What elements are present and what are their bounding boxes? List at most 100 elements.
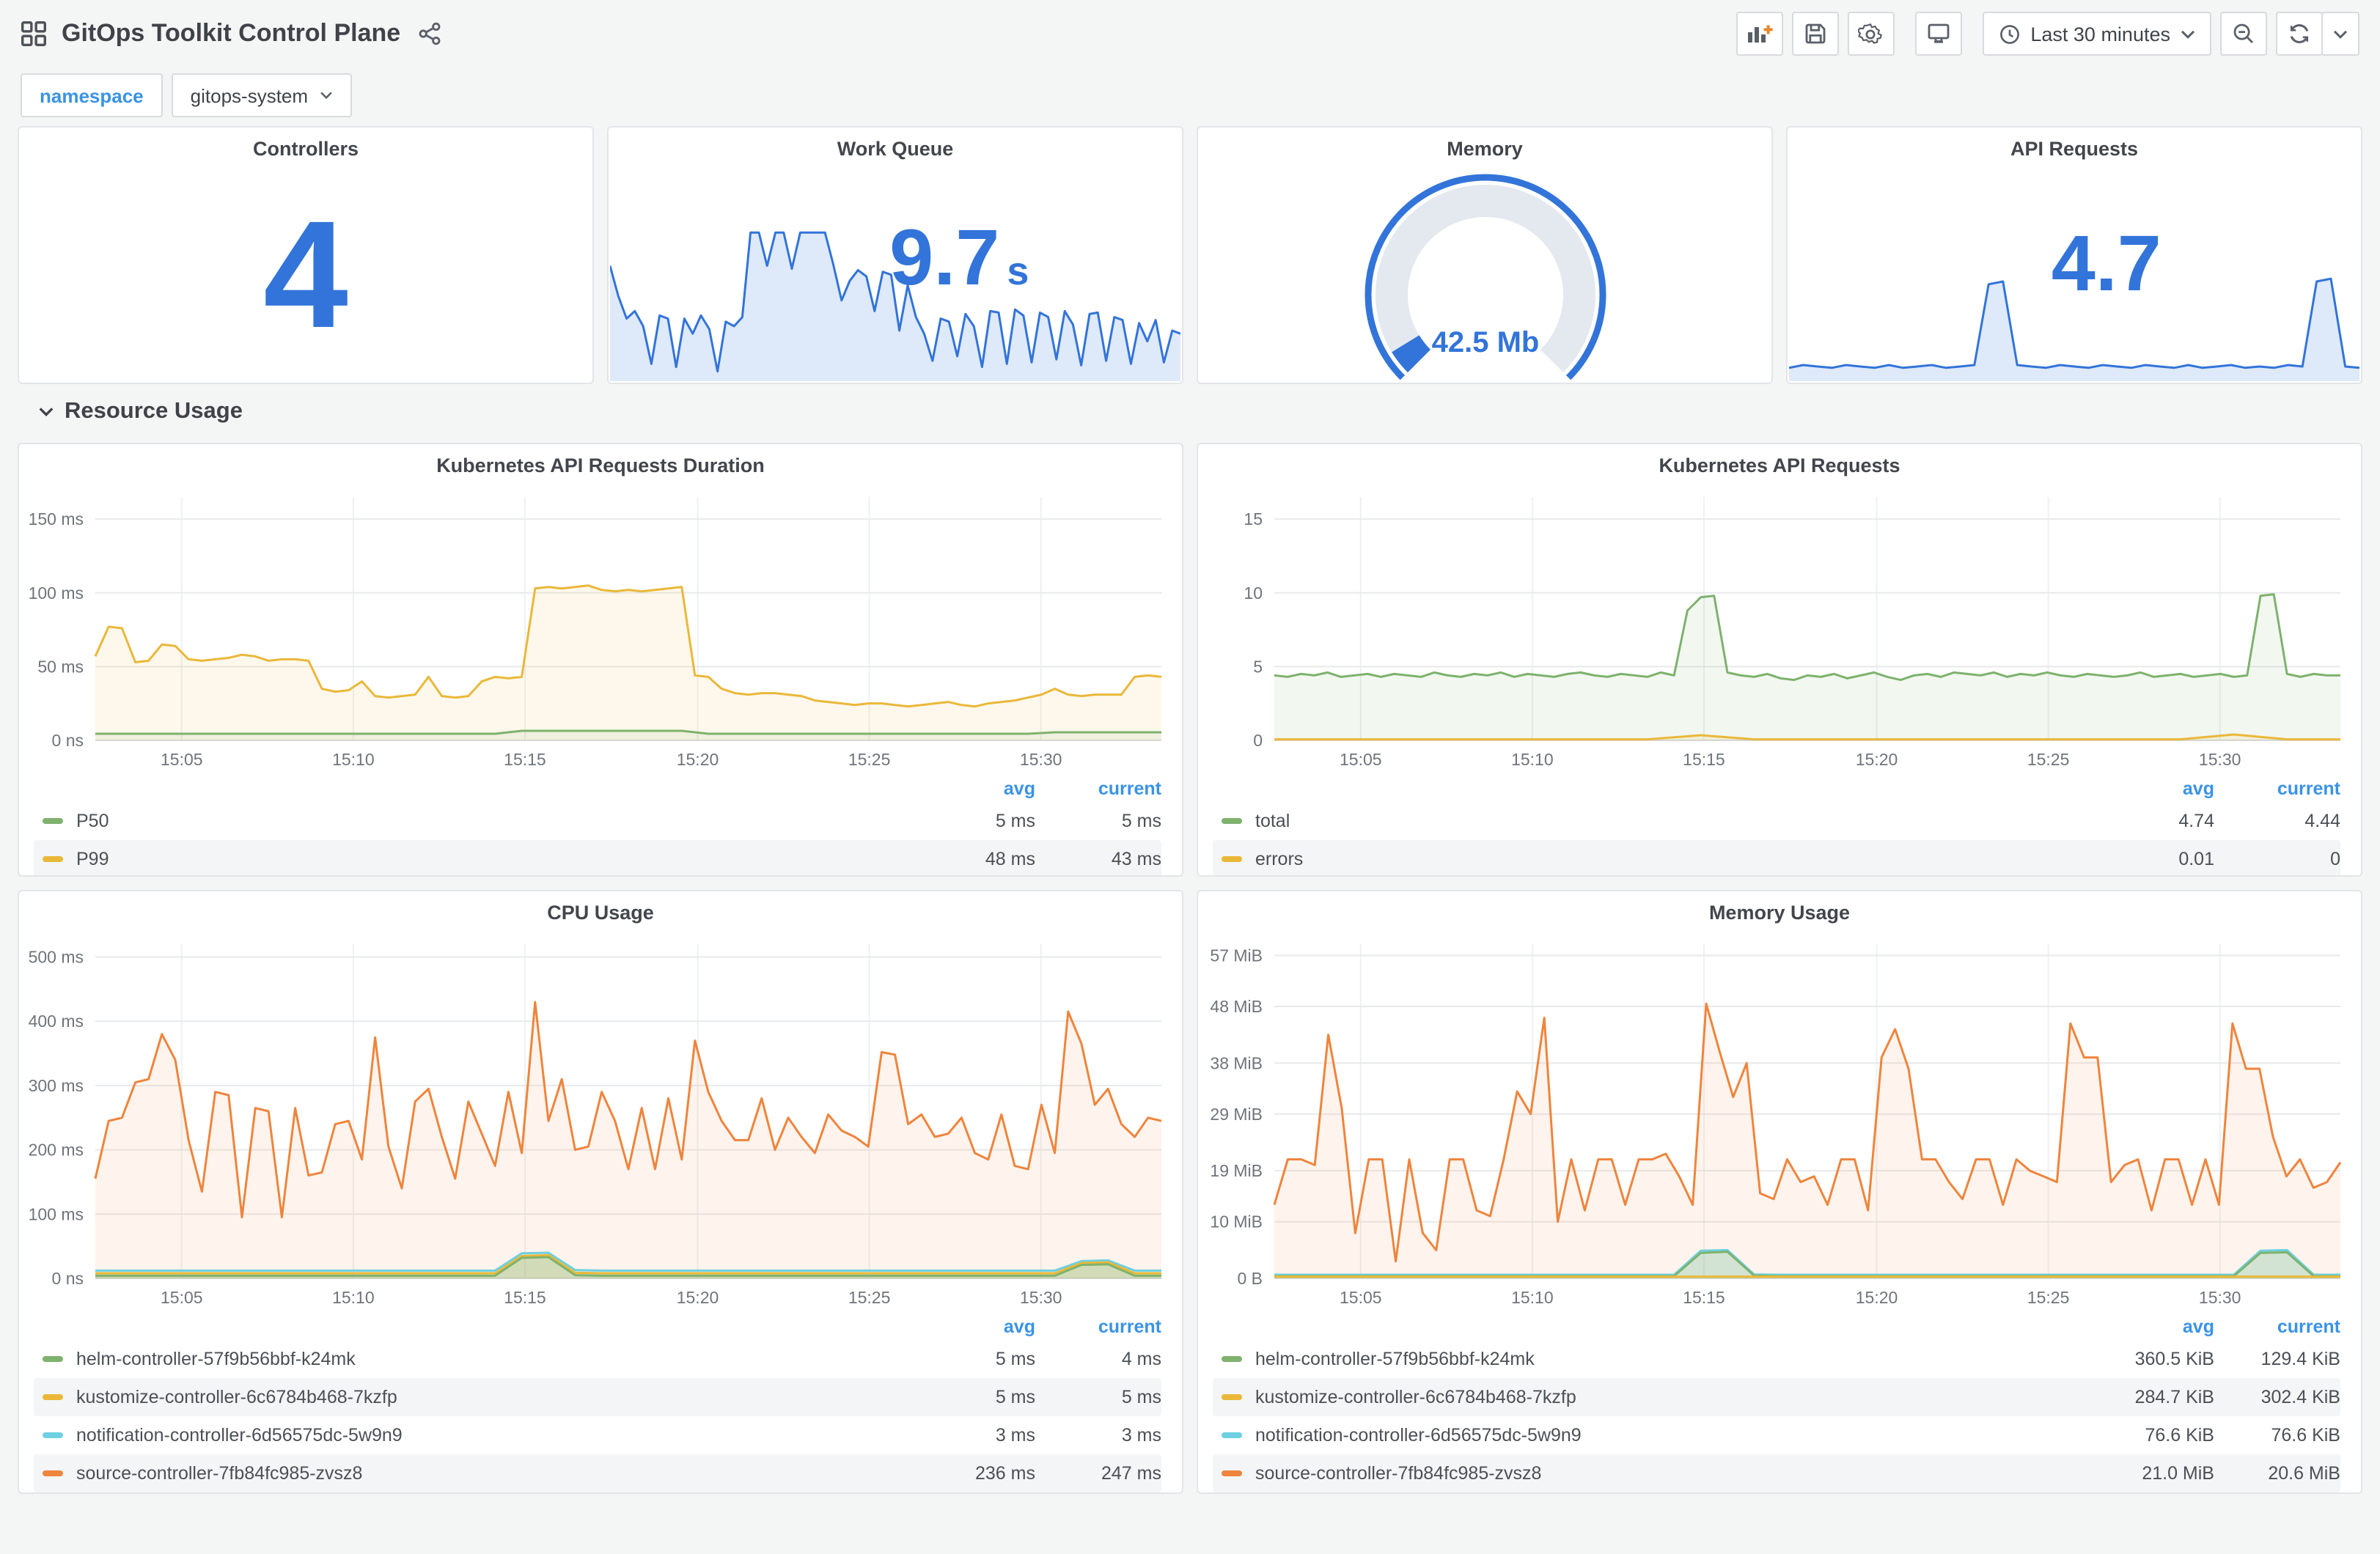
legend-row[interactable]: P50 5 ms 5 ms: [34, 802, 1161, 840]
series-name[interactable]: source-controller-7fb84fc985-zvsz8: [76, 1463, 909, 1484]
legend-row[interactable]: source-controller-7fb84fc985-zvsz8 236 ms…: [34, 1454, 1161, 1492]
dashboard-settings-button[interactable]: [1847, 12, 1895, 56]
series-avg-value: 0.01: [2178, 849, 2214, 869]
panel-api-requests-duration: Kubernetes API Requests Duration 0 ns 50 …: [18, 443, 1183, 877]
panel-title[interactable]: Controllers: [19, 128, 592, 169]
series-color-dash: [1222, 1356, 1242, 1362]
legend-row[interactable]: total 4.74 4.44: [1213, 802, 2340, 840]
panel-title[interactable]: API Requests: [1788, 128, 2361, 169]
legend-row[interactable]: kustomize-controller-6c6784b468-7kzfp 5 m…: [34, 1378, 1161, 1416]
dashboard-body: Controllers 4 Work Queue 9.7 s Memory 42.…: [0, 120, 2380, 1494]
legend-row[interactable]: helm-controller-57f9b56bbf-k24mk 5 ms 4 ms: [34, 1340, 1161, 1378]
series-name[interactable]: notification-controller-6d56575dc-5w9n9: [76, 1425, 909, 1446]
api-requests-value: 4.7: [2051, 220, 2162, 308]
svg-text:48 MiB: 48 MiB: [1210, 997, 1263, 1016]
series-name[interactable]: kustomize-controller-6c6784b468-7kzfp: [76, 1387, 909, 1407]
legend-row[interactable]: notification-controller-6d56575dc-5w9n9 3…: [34, 1416, 1161, 1454]
panel-title[interactable]: CPU Usage: [19, 891, 1182, 932]
api-duration-legend: avg current P50 5 ms 5 ms P99 48 ms 43 ms: [19, 776, 1182, 875]
series-name[interactable]: P99: [76, 849, 909, 869]
series-color-dash: [1222, 1470, 1242, 1476]
legend-header: avg current: [1003, 778, 1161, 799]
zoom-out-button[interactable]: [2220, 12, 2267, 56]
svg-text:15:30: 15:30: [1020, 750, 1062, 769]
save-dashboard-button[interactable]: [1791, 12, 1839, 56]
refresh-button-group: [2276, 12, 2359, 56]
svg-text:150 ms: 150 ms: [29, 509, 84, 529]
svg-text:15:05: 15:05: [161, 1288, 203, 1307]
svg-text:15:20: 15:20: [677, 1288, 719, 1307]
svg-text:15:10: 15:10: [332, 750, 375, 769]
series-name[interactable]: total: [1255, 811, 2088, 831]
panel-title[interactable]: Kubernetes API Requests Duration: [19, 444, 1182, 485]
series-name[interactable]: source-controller-7fb84fc985-zvsz8: [1255, 1463, 2088, 1484]
add-panel-button[interactable]: [1736, 12, 1783, 56]
section-title: Resource Usage: [65, 399, 243, 424]
refresh-button[interactable]: [2276, 12, 2323, 56]
series-name[interactable]: helm-controller-57f9b56bbf-k24mk: [1255, 1349, 2088, 1369]
legend-row[interactable]: P99 48 ms 43 ms: [34, 840, 1161, 875]
series-current-value: 247 ms: [1101, 1463, 1161, 1484]
cpu-usage-legend: avg current helm-controller-57f9b56bbf-k24…: [19, 1314, 1182, 1492]
memory-usage-legend: avg current helm-controller-57f9b56bbf-k24…: [1198, 1314, 2361, 1492]
svg-text:57 MiB: 57 MiB: [1210, 946, 1263, 965]
tv-mode-button[interactable]: [1914, 12, 1962, 56]
refresh-interval-dropdown[interactable]: [2321, 12, 2359, 56]
series-current-value: 5 ms: [1121, 811, 1161, 831]
series-color-dash: [1222, 818, 1242, 824]
section-resource-usage[interactable]: Resource Usage: [18, 387, 2362, 437]
panel-title[interactable]: Memory: [1198, 128, 1771, 169]
series-name[interactable]: P50: [76, 811, 909, 831]
chevron-down-icon: [39, 408, 54, 417]
namespace-select[interactable]: gitops-system: [171, 73, 353, 117]
monitor-icon: [1927, 23, 1949, 43]
apps-grid-icon[interactable]: [21, 21, 47, 47]
clock-icon: [1999, 24, 2019, 43]
panel-title[interactable]: Memory Usage: [1198, 891, 2361, 932]
panel-cpu-usage: CPU Usage 0 ns 100 ms 200 ms 300 ms 400 ms 50…: [18, 890, 1183, 1494]
series-avg-value: 21.0 MiB: [2142, 1463, 2214, 1484]
series-color-dash: [43, 1356, 63, 1362]
memory-usage-chart[interactable]: 0 B 10 MiB 19 MiB 29 MiB 38 MiB 48 MiB 57 MiB 1…: [1198, 932, 2361, 1314]
panel-work-queue: Work Queue 9.7 s: [607, 126, 1183, 384]
series-avg-value: 3 ms: [995, 1425, 1035, 1446]
series-color-dash: [1222, 1394, 1242, 1400]
series-name[interactable]: helm-controller-57f9b56bbf-k24mk: [76, 1349, 909, 1369]
svg-text:500 ms: 500 ms: [29, 948, 84, 967]
legend-row[interactable]: helm-controller-57f9b56bbf-k24mk 360.5 Ki…: [1213, 1340, 2340, 1378]
gear-icon: [1858, 22, 1883, 43]
svg-text:15:05: 15:05: [1340, 1288, 1382, 1307]
legend-row[interactable]: errors 0.01 0: [1213, 840, 2340, 875]
time-range-picker[interactable]: Last 30 minutes: [1982, 12, 2211, 56]
legend-row[interactable]: kustomize-controller-6c6784b468-7kzfp 284…: [1213, 1378, 2340, 1416]
series-name[interactable]: errors: [1255, 849, 2088, 869]
panel-title[interactable]: Kubernetes API Requests: [1198, 444, 2361, 485]
series-avg-value: 5 ms: [995, 1387, 1035, 1407]
svg-text:5: 5: [1253, 657, 1263, 676]
svg-text:0 ns: 0 ns: [52, 731, 84, 750]
api-requests-chart[interactable]: 0 5 10 15 15:05 15:10 15:15 15:20 15:25 15:30: [1198, 485, 2361, 776]
series-current-value: 76.6 KiB: [2271, 1425, 2340, 1446]
panel-kubernetes-api-requests: Kubernetes API Requests 0 5 10 15 15:05 15:10…: [1197, 443, 2362, 877]
zoom-out-icon: [2233, 23, 2253, 43]
share-icon[interactable]: [418, 22, 441, 45]
cpu-usage-chart[interactable]: 0 ns 100 ms 200 ms 300 ms 400 ms 500 ms 15:05 1…: [19, 932, 1182, 1314]
series-name[interactable]: notification-controller-6d56575dc-5w9n9: [1255, 1425, 2088, 1446]
api-duration-chart[interactable]: 0 ns 50 ms 100 ms 150 ms 15:05 15:10 15:15 15:2…: [19, 485, 1182, 776]
stat-row: Controllers 4 Work Queue 9.7 s Memory 42.…: [18, 126, 2362, 384]
series-name[interactable]: kustomize-controller-6c6784b468-7kzfp: [1255, 1387, 2088, 1407]
svg-text:15:25: 15:25: [2027, 1288, 2070, 1307]
page-title[interactable]: GitOps Toolkit Control Plane: [62, 19, 400, 48]
work-queue-value: 9.7 s: [889, 214, 1029, 302]
series-avg-value: 48 ms: [985, 849, 1035, 869]
legend-row[interactable]: source-controller-7fb84fc985-zvsz8 21.0 M…: [1213, 1454, 2340, 1492]
legend-row[interactable]: notification-controller-6d56575dc-5w9n9 7…: [1213, 1416, 2340, 1454]
namespace-value: gitops-system: [190, 84, 309, 106]
series-current-value: 4.44: [2304, 811, 2340, 831]
controllers-value: 4: [263, 190, 348, 360]
series-avg-value: 4.74: [2178, 811, 2214, 831]
refresh-icon: [2290, 24, 2309, 43]
panel-title[interactable]: Work Queue: [609, 128, 1182, 169]
series-current-value: 43 ms: [1111, 849, 1161, 869]
series-avg-value: 236 ms: [975, 1463, 1035, 1484]
